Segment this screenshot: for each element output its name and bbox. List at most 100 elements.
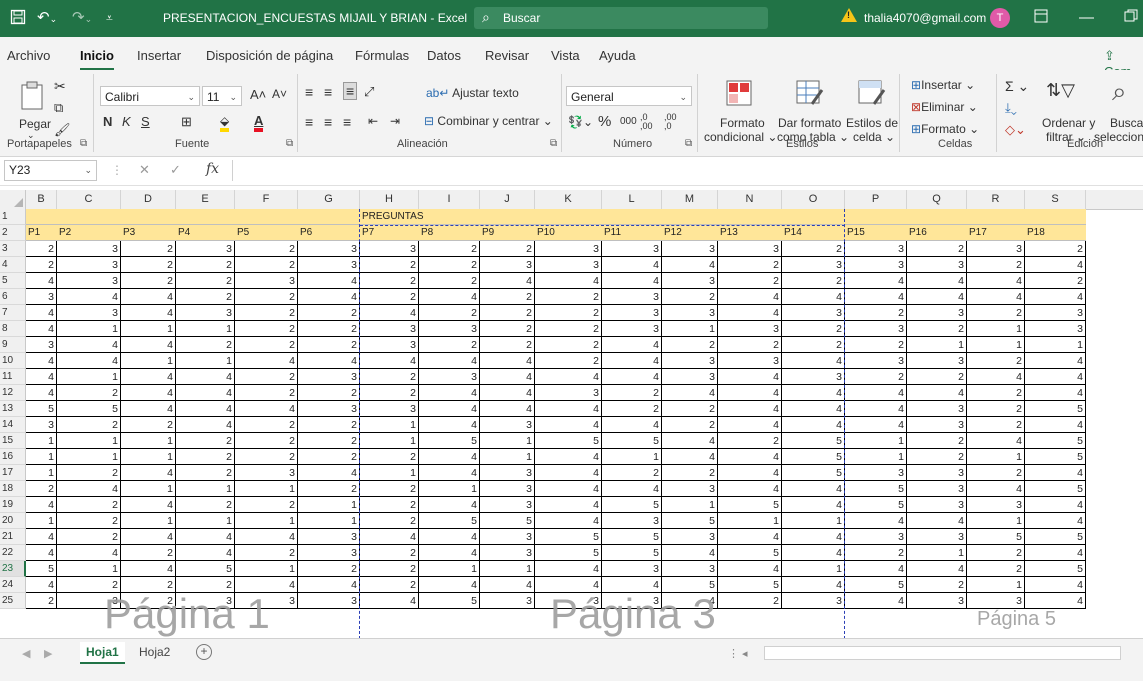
cell[interactable]: 3 <box>480 481 535 497</box>
cell[interactable]: 5 <box>602 529 662 545</box>
cancel-icon[interactable]: ✕ <box>139 162 150 178</box>
row-header[interactable]: 21 <box>0 529 26 545</box>
cell[interactable]: 1 <box>480 449 535 465</box>
cell[interactable]: 5 <box>57 401 121 417</box>
cell[interactable]: 2 <box>360 497 419 513</box>
cell[interactable]: 2 <box>298 433 360 449</box>
cell[interactable]: 2 <box>176 465 235 481</box>
cell[interactable]: 3 <box>26 337 57 353</box>
menu-datos[interactable]: Datos <box>427 48 461 63</box>
cell[interactable]: 4 <box>121 305 176 321</box>
cell[interactable]: 4 <box>535 497 602 513</box>
cell[interactable]: 3 <box>480 593 535 609</box>
cell[interactable]: 3 <box>360 321 419 337</box>
cell[interactable]: 2 <box>782 273 845 289</box>
cell[interactable]: 2 <box>419 273 480 289</box>
cell[interactable]: 2 <box>718 257 782 273</box>
cell[interactable]: 2 <box>662 417 718 433</box>
cell[interactable]: 1 <box>121 481 176 497</box>
cell[interactable]: 2 <box>535 321 602 337</box>
cell[interactable]: 4 <box>782 289 845 305</box>
column-header[interactable]: E <box>176 190 235 209</box>
cell[interactable]: 4 <box>535 513 602 529</box>
cell[interactable]: 1 <box>176 353 235 369</box>
cell[interactable]: 4 <box>602 353 662 369</box>
align-top-icon[interactable]: ≡ <box>305 84 313 100</box>
cell[interactable]: 4 <box>718 417 782 433</box>
cell[interactable]: 2 <box>535 337 602 353</box>
question-header[interactable]: P3 <box>121 225 176 241</box>
cell[interactable]: 1 <box>480 433 535 449</box>
cell[interactable]: 3 <box>907 497 967 513</box>
cell[interactable]: 4 <box>1025 257 1086 273</box>
cell[interactable]: 1 <box>907 545 967 561</box>
format-as-table-icon[interactable] <box>796 80 824 109</box>
cell[interactable]: 2 <box>718 433 782 449</box>
cell[interactable]: 1 <box>57 561 121 577</box>
column-header[interactable]: P <box>845 190 907 209</box>
cell[interactable]: 3 <box>967 497 1025 513</box>
cell[interactable]: 5 <box>845 497 907 513</box>
cell[interactable]: 4 <box>26 369 57 385</box>
cell[interactable]: 4 <box>535 561 602 577</box>
align-left-icon[interactable]: ≡ <box>305 114 313 130</box>
cell[interactable]: 2 <box>57 417 121 433</box>
cell[interactable]: 4 <box>662 449 718 465</box>
cell[interactable]: 4 <box>662 545 718 561</box>
cell[interactable]: 2 <box>26 481 57 497</box>
cell[interactable]: 1 <box>845 449 907 465</box>
cell[interactable]: 3 <box>298 593 360 609</box>
cell[interactable]: 3 <box>907 481 967 497</box>
cell[interactable]: 4 <box>602 257 662 273</box>
cell[interactable]: 2 <box>1025 273 1086 289</box>
cell[interactable]: 2 <box>718 593 782 609</box>
cell[interactable]: 5 <box>1025 481 1086 497</box>
cell[interactable]: 3 <box>662 561 718 577</box>
column-header[interactable]: I <box>419 190 480 209</box>
row-header[interactable]: 4 <box>0 257 26 273</box>
accounting-format-icon[interactable]: 💱⌄ <box>568 115 593 129</box>
cell[interactable]: 2 <box>967 401 1025 417</box>
cell[interactable]: 5 <box>419 433 480 449</box>
cell[interactable]: 3 <box>907 593 967 609</box>
row-header[interactable]: 25 <box>0 593 26 609</box>
fill-icon[interactable]: ⤓⌄ <box>1005 100 1017 116</box>
cell[interactable]: 3 <box>298 241 360 257</box>
cell[interactable]: 2 <box>121 257 176 273</box>
cell[interactable]: 4 <box>480 401 535 417</box>
cell[interactable]: 3 <box>535 241 602 257</box>
question-header[interactable]: P1 <box>26 225 57 241</box>
shrink-font-button[interactable]: A˅ <box>272 87 287 101</box>
cell[interactable]: 3 <box>782 369 845 385</box>
cell[interactable]: 4 <box>602 337 662 353</box>
cell[interactable]: 4 <box>419 497 480 513</box>
cell[interactable]: 5 <box>480 513 535 529</box>
cell[interactable]: 2 <box>360 289 419 305</box>
cell[interactable]: 5 <box>26 561 57 577</box>
cell[interactable]: 4 <box>535 417 602 433</box>
cell[interactable]: 2 <box>298 337 360 353</box>
cell[interactable]: 1 <box>121 353 176 369</box>
cell[interactable]: 2 <box>602 401 662 417</box>
cell[interactable]: 4 <box>121 561 176 577</box>
cell[interactable]: 3 <box>360 241 419 257</box>
insert-cells-button[interactable]: ⊞Insertar ⌄ <box>911 78 975 92</box>
number-launcher-icon[interactable]: ⧉ <box>685 138 692 149</box>
question-header[interactable]: P4 <box>176 225 235 241</box>
menu-archivo[interactable]: Archivo <box>7 48 50 63</box>
cell[interactable]: 4 <box>176 369 235 385</box>
column-header[interactable]: R <box>967 190 1025 209</box>
cell[interactable]: 2 <box>419 257 480 273</box>
cell[interactable]: 4 <box>360 305 419 321</box>
cell[interactable]: 4 <box>298 273 360 289</box>
cell[interactable]: 1 <box>121 513 176 529</box>
cell[interactable]: 4 <box>845 289 907 305</box>
cell[interactable]: 4 <box>718 305 782 321</box>
autosum-icon[interactable]: Σ ⌄ <box>1005 78 1029 95</box>
cell[interactable]: 4 <box>121 385 176 401</box>
cell[interactable]: 3 <box>419 369 480 385</box>
cell[interactable]: 4 <box>782 529 845 545</box>
prev-sheet-icon[interactable]: ◀ <box>22 647 30 660</box>
cell[interactable]: 5 <box>718 497 782 513</box>
account-email[interactable]: thalia4070@gmail.com <box>864 11 986 25</box>
